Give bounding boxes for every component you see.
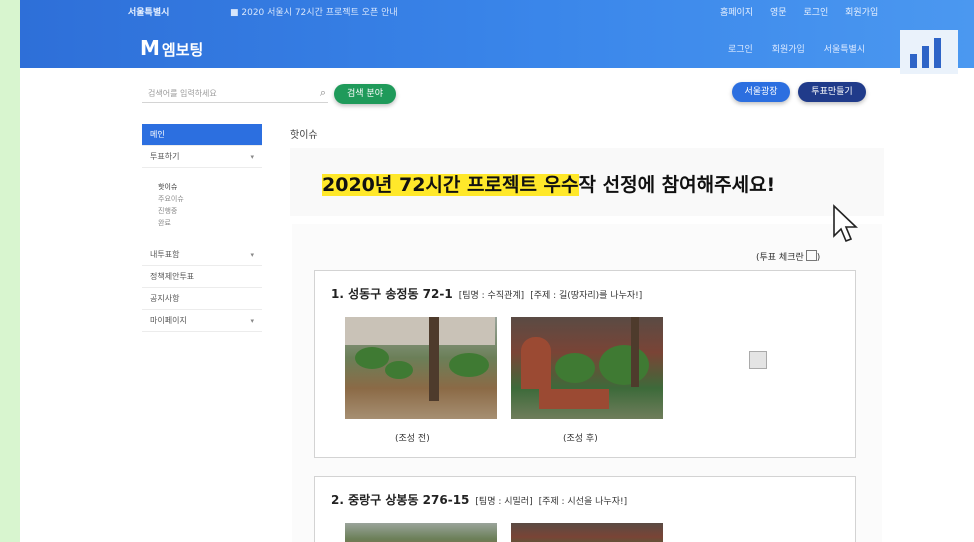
logo-text: 엠보팅 [161, 41, 204, 59]
entry-card-1: 1. 성동구 송정동 72-1 [팀명 : 수직관계] [주제 : 길(땅자리)를 … [314, 270, 856, 458]
sidebar-subitem-main-issue[interactable]: 주요이슈 [158, 194, 184, 204]
utility-links: 홈페이지 영문 로그인 회원가입 [720, 5, 892, 18]
utility-link-signup[interactable]: 회원가입 [845, 8, 878, 18]
sidebar-item-mypage[interactable]: 마이페이지 ▾ [142, 310, 262, 332]
checkbox-icon [805, 250, 817, 261]
search-input[interactable]: 검색어를 입력하세요 ⌕ [142, 84, 328, 103]
before-photo[interactable] [345, 317, 497, 419]
before-photo[interactable] [345, 523, 497, 542]
chevron-down-icon: ▾ [250, 153, 254, 161]
search-icon[interactable]: ⌕ [320, 86, 326, 100]
utility-link-home[interactable]: 홈페이지 [720, 8, 753, 18]
chevron-down-icon: ▾ [250, 317, 254, 325]
after-caption: (조성 후) [563, 434, 598, 444]
header-links: 로그인 회원가입 서울특별시 [728, 42, 881, 55]
after-photo[interactable] [511, 523, 663, 542]
top-notice[interactable]: ■ 2020 서울시 72시간 프로젝트 오픈 안내 [230, 5, 398, 18]
seoul-plaza-button[interactable]: 서울광장 [732, 82, 790, 102]
sidebar-subitem-ongoing[interactable]: 진행중 [158, 206, 177, 216]
vote-checkbox[interactable] [749, 351, 767, 369]
logo-letter: M [140, 36, 160, 60]
event-banner: 2020년 72시간 프로젝트 우수작 선정에 참여해주세요! [290, 148, 884, 216]
sidebar-item-my-votes[interactable]: 내투표함 ▾ [142, 244, 262, 266]
search-placeholder: 검색어를 입력하세요 [148, 89, 217, 98]
breadcrumb: 핫이슈 [290, 130, 318, 141]
before-caption: (조성 전) [395, 434, 430, 444]
mouse-cursor-icon [833, 204, 858, 243]
vote-check-label: (투표 체크란) [756, 250, 820, 263]
sidebar-subitem-done[interactable]: 완료 [158, 218, 171, 228]
sidebar: 메인 투표하기 ▾ 핫이슈 주요이슈 진행중 완료 내투표함 ▾ 정책제안투표 공지… [142, 124, 262, 414]
bar-chart-logo-icon [900, 30, 958, 74]
utility-link-login[interactable]: 로그인 [803, 8, 828, 18]
after-photo[interactable] [511, 317, 663, 419]
header-link-login[interactable]: 로그인 [728, 45, 753, 55]
sidebar-item-policy-vote[interactable]: 정책제안투표 [142, 266, 262, 288]
header-link-seoul[interactable]: 서울특별시 [824, 45, 865, 55]
utility-link-english[interactable]: 영문 [770, 8, 787, 18]
header-link-signup[interactable]: 회원가입 [772, 45, 805, 55]
entry-card-2: 2. 중랑구 상봉동 276-15 [팀명 : 시밀러] [주제 : 시선을 나누자… [314, 476, 856, 542]
create-vote-button[interactable]: 투표만들기 [798, 82, 866, 102]
org-name[interactable]: 서울특별시 [128, 5, 169, 18]
banner-title: 2020년 72시간 프로젝트 우수작 선정에 참여해주세요! [322, 174, 776, 196]
sidebar-subitem-hotissue[interactable]: 핫이슈 [158, 182, 177, 192]
entry-title: 2. 중랑구 상봉동 276-15 [팀명 : 시밀러] [주제 : 시선을 나누자… [331, 493, 628, 507]
site-logo[interactable]: M 엠보팅 [140, 36, 203, 60]
sidebar-item-main[interactable]: 메인 [142, 124, 262, 146]
chevron-down-icon: ▾ [250, 251, 254, 259]
search-category-button[interactable]: 검색 분야 [334, 84, 396, 104]
app-window: 서울특별시 ■ 2020 서울시 72시간 프로젝트 오픈 안내 홈페이지 영문… [20, 0, 974, 542]
sidebar-item-vote[interactable]: 투표하기 ▾ [142, 146, 262, 168]
top-utility-bar: 서울특별시 ■ 2020 서울시 72시간 프로젝트 오픈 안내 홈페이지 영문… [20, 0, 974, 22]
sidebar-item-notice[interactable]: 공지사항 [142, 288, 262, 310]
site-header: 서울특별시 ■ 2020 서울시 72시간 프로젝트 오픈 안내 홈페이지 영문… [20, 0, 974, 68]
entry-title: 1. 성동구 송정동 72-1 [팀명 : 수직관계] [주제 : 길(땅자리)를 … [331, 287, 643, 301]
